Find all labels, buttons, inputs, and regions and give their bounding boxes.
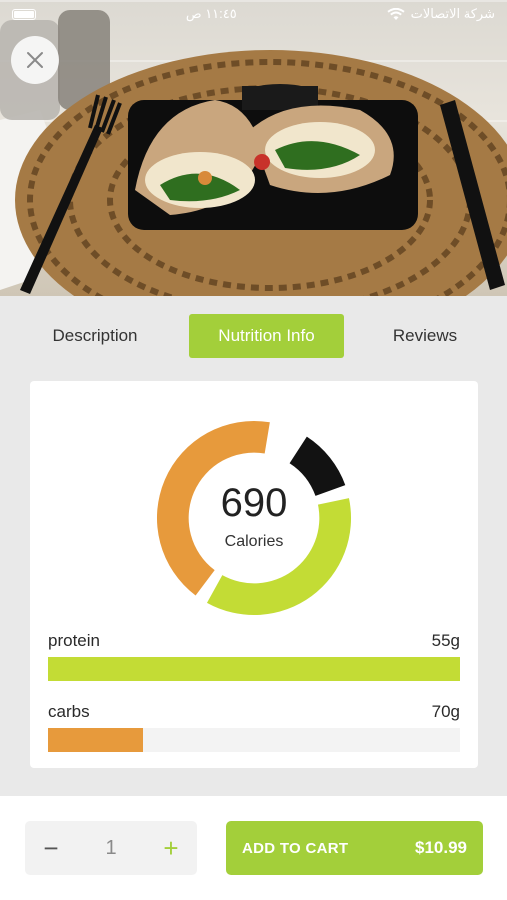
- carbs-label: carbs: [48, 702, 90, 721]
- tab-reviews[interactable]: Reviews: [360, 314, 490, 358]
- add-to-cart-label: ADD TO CART: [242, 839, 349, 857]
- quantity-stepper: − 1 +: [25, 821, 197, 875]
- protein-label: protein: [48, 631, 100, 650]
- carrier-name: شركة الاتصالات: [410, 6, 495, 21]
- calories-value: 690: [220, 481, 288, 525]
- product-photo: ١١:٤٥ ص شركة الاتصالات: [0, 0, 507, 296]
- add-to-cart-button[interactable]: ADD TO CART $10.99: [226, 821, 483, 875]
- battery-icon: [12, 8, 36, 20]
- protein-value: 55g: [431, 631, 460, 650]
- wifi-icon: [387, 7, 405, 20]
- calories-label: Calories: [224, 533, 284, 550]
- carbs-bar: [48, 728, 460, 752]
- protein-bar-fill: [48, 657, 460, 681]
- decrease-quantity-button[interactable]: −: [39, 835, 63, 861]
- carbs-bar-fill: [48, 728, 143, 752]
- cart-price: $10.99: [415, 838, 467, 857]
- increase-quantity-button[interactable]: +: [159, 835, 183, 861]
- bottom-action-bar: − 1 + ADD TO CART $10.99: [0, 796, 507, 900]
- close-icon: [27, 52, 43, 68]
- close-button[interactable]: [11, 36, 59, 84]
- nutrition-card: 690 Calories protein 55g carbs 70g: [30, 381, 478, 768]
- status-time: ١١:٤٥ ص: [185, 6, 237, 21]
- meal-illustration: [0, 10, 507, 296]
- tab-bar: Description Nutrition Info Reviews: [0, 296, 507, 378]
- status-bar: ١١:٤٥ ص شركة الاتصالات: [0, 0, 507, 28]
- carbs-value: 70g: [431, 702, 460, 721]
- tab-nutrition-info[interactable]: Nutrition Info: [189, 314, 344, 358]
- tab-description[interactable]: Description: [30, 314, 160, 358]
- protein-bar: [48, 657, 460, 681]
- quantity-value: 1: [105, 836, 117, 859]
